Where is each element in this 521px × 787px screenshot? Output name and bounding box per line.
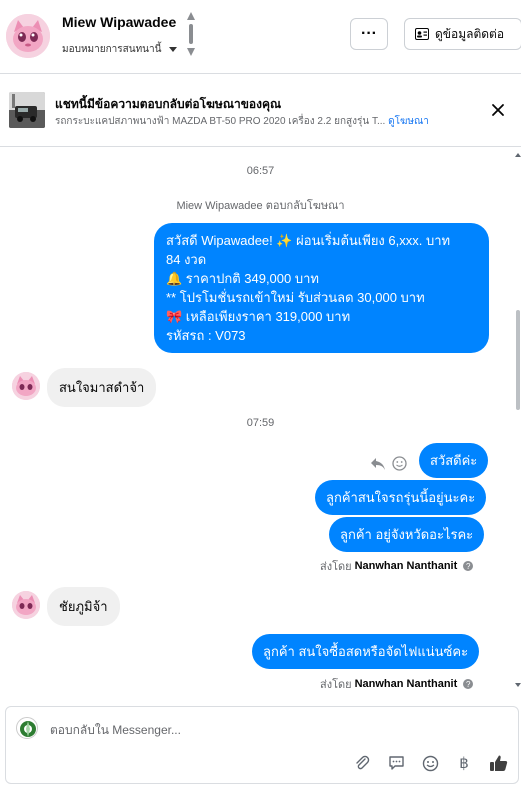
sent-by-label: ส่งโดย bbox=[320, 679, 352, 691]
ad-banner-subtitle: รถกระบะแคปสภาพนางฟ้า MAZDA BT-50 PRO 202… bbox=[55, 114, 429, 129]
ad-thumbnail[interactable] bbox=[9, 92, 45, 128]
contact-name: Miew Wipawadee bbox=[62, 14, 177, 30]
scroll-up-icon[interactable] bbox=[515, 152, 521, 158]
message-composer[interactable]: ตอบกลับใน Messenger... ฿ bbox=[5, 706, 519, 784]
composer-toolbar: ฿ bbox=[352, 753, 508, 773]
baht-icon[interactable]: ฿ bbox=[454, 753, 474, 773]
reply-icon[interactable] bbox=[370, 457, 386, 471]
outgoing-message[interactable]: ลูกค้า อยู่จังหวัดอะไรคะ bbox=[329, 517, 485, 552]
assign-conversation-dropdown[interactable]: มอบหมายการสนทนานี้ bbox=[62, 42, 178, 57]
sender-name[interactable]: Nanwhan Nanthanit bbox=[355, 678, 458, 690]
sender-name[interactable]: Nanwhan Nanthanit bbox=[355, 560, 458, 572]
resize-handle-icon[interactable] bbox=[186, 10, 196, 58]
caret-down-icon bbox=[169, 47, 178, 52]
outgoing-message[interactable]: ลูกค้า สนใจซื้อสดหรือจัดไฟแน่นซ์คะ bbox=[252, 634, 480, 669]
scroll-down-icon[interactable] bbox=[515, 682, 521, 688]
conversation-header: Miew Wipawadee มอบหมายการสนทนานี้ ··· ดู… bbox=[0, 0, 521, 74]
message-line: สวัสดี Wipawadee! ✨ ผ่อนเริ่มต้นเพียง 6,… bbox=[166, 233, 451, 248]
timestamp: 06:57 bbox=[246, 165, 275, 177]
message-template-icon[interactable] bbox=[386, 753, 406, 773]
contact-avatar-small[interactable] bbox=[12, 591, 40, 619]
ad-reply-note: Miew Wipawadee ตอบกลับโฆษณา bbox=[176, 200, 345, 212]
help-icon[interactable]: ? bbox=[463, 679, 474, 689]
message-line: รหัสรถ : V073 bbox=[166, 328, 246, 343]
scroll-thumb[interactable] bbox=[516, 310, 520, 410]
timestamp: 07:59 bbox=[246, 417, 275, 429]
view-contact-info-label: ดูข้อมูลติดต่อ bbox=[435, 26, 505, 41]
more-options-button[interactable]: ··· bbox=[350, 18, 388, 50]
assign-label: มอบหมายการสนทนานี้ bbox=[62, 44, 162, 55]
help-icon[interactable]: ? bbox=[463, 561, 474, 571]
sent-by-note: ส่งโดย Nanwhan Nanthanit ? bbox=[320, 557, 474, 575]
view-ad-link[interactable]: ดูโฆษณา bbox=[388, 116, 429, 127]
close-icon[interactable] bbox=[491, 103, 505, 117]
page-avatar bbox=[16, 717, 38, 739]
sent-by-note: ส่งโดย Nanwhan Nanthanit ? bbox=[320, 675, 474, 693]
outgoing-message[interactable]: ลูกค้าสนใจรถรุ่นนี้อยู่นะคะ bbox=[315, 480, 487, 515]
incoming-message[interactable]: สนใจมาสดำจ้า bbox=[47, 368, 157, 407]
message-line: 84 งวด bbox=[166, 252, 207, 267]
contact-card-icon bbox=[415, 28, 429, 40]
paperclip-icon[interactable] bbox=[352, 753, 372, 773]
message-actions bbox=[370, 456, 407, 471]
emoji-icon[interactable] bbox=[420, 753, 440, 773]
ad-description: รถกระบะแคปสภาพนางฟ้า MAZDA BT-50 PRO 202… bbox=[55, 116, 386, 127]
ad-banner-title: แชทนี้มีข้อความตอบกลับต่อโฆษณาของคุณ bbox=[55, 97, 282, 111]
thumbs-up-icon[interactable] bbox=[488, 753, 508, 773]
emoji-react-icon[interactable] bbox=[392, 456, 407, 471]
contact-avatar-small[interactable] bbox=[12, 372, 40, 400]
ad-reply-banner: แชทนี้มีข้อความตอบกลับต่อโฆษณาของคุณ รถก… bbox=[0, 75, 521, 147]
ad-auto-reply-message[interactable]: สวัสดี Wipawadee! ✨ ผ่อนเริ่มต้นเพียง 6,… bbox=[154, 223, 489, 353]
message-line: ** โปรโมชั่นรถเข้าใหม่ รับส่วนลด 30,000 … bbox=[166, 290, 425, 305]
message-line: 🔔 ราคาปกติ 349,000 บาท bbox=[166, 271, 319, 286]
more-label: ··· bbox=[361, 25, 377, 42]
sent-by-label: ส่งโดย bbox=[320, 561, 352, 573]
reply-input[interactable]: ตอบกลับใน Messenger... bbox=[50, 721, 181, 740]
contact-avatar[interactable] bbox=[6, 14, 50, 58]
message-line: 🎀 เหลือเพียงราคา 319,000 บาท bbox=[166, 309, 351, 324]
view-contact-info-button[interactable]: ดูข้อมูลติดต่อ bbox=[404, 18, 521, 50]
outgoing-message[interactable]: สวัสดีค่ะ bbox=[419, 443, 489, 478]
incoming-message[interactable]: ชัยภูมิจ้า bbox=[47, 587, 120, 626]
